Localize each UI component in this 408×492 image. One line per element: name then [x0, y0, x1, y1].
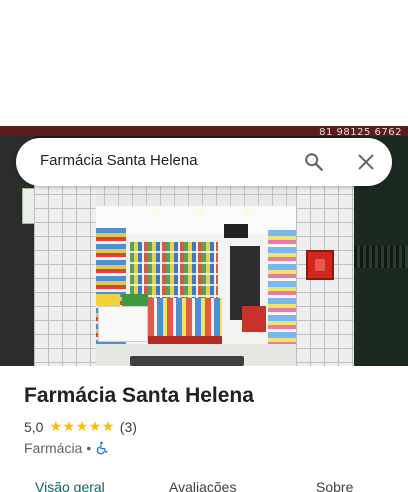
rating-row[interactable]: 5,0 ★ ★ ★ ★ ★ (3) [24, 418, 137, 436]
rating-value: 5,0 [24, 419, 44, 435]
star-icon: ★ [62, 419, 76, 435]
rating-stars: ★ ★ ★ ★ ★ [49, 420, 114, 434]
tab-reviews[interactable]: Avaliações [169, 479, 236, 492]
star-icon: ★ [101, 419, 115, 435]
photo-tiles-left [34, 180, 96, 366]
place-page: 81 98125 6762 Farmácia Santa Helena Farm… [0, 0, 408, 492]
wheelchair-accessible-icon [97, 441, 108, 455]
search-bar[interactable]: Farmácia Santa Helena [16, 138, 392, 186]
close-icon[interactable] [355, 151, 377, 173]
star-icon: ★ [88, 419, 102, 435]
star-icon: ★ [75, 419, 89, 435]
star-icon: ★ [49, 419, 63, 435]
category-row: Farmácia • [24, 439, 109, 457]
photo-fire-box [306, 250, 334, 280]
search-input[interactable]: Farmácia Santa Helena [40, 152, 198, 169]
separator-dot: • [86, 440, 92, 456]
photo-doormat [130, 356, 244, 366]
search-icon[interactable] [303, 151, 325, 173]
review-count[interactable]: (3) [120, 419, 137, 435]
photo-store-interior [96, 206, 296, 366]
place-tabs: Visão geral Avaliações Sobre [0, 470, 408, 492]
place-title: Farmácia Santa Helena [24, 384, 254, 407]
tab-overview[interactable]: Visão geral [35, 479, 105, 492]
tab-about[interactable]: Sobre [316, 479, 353, 492]
place-category[interactable]: Farmácia [24, 440, 82, 456]
